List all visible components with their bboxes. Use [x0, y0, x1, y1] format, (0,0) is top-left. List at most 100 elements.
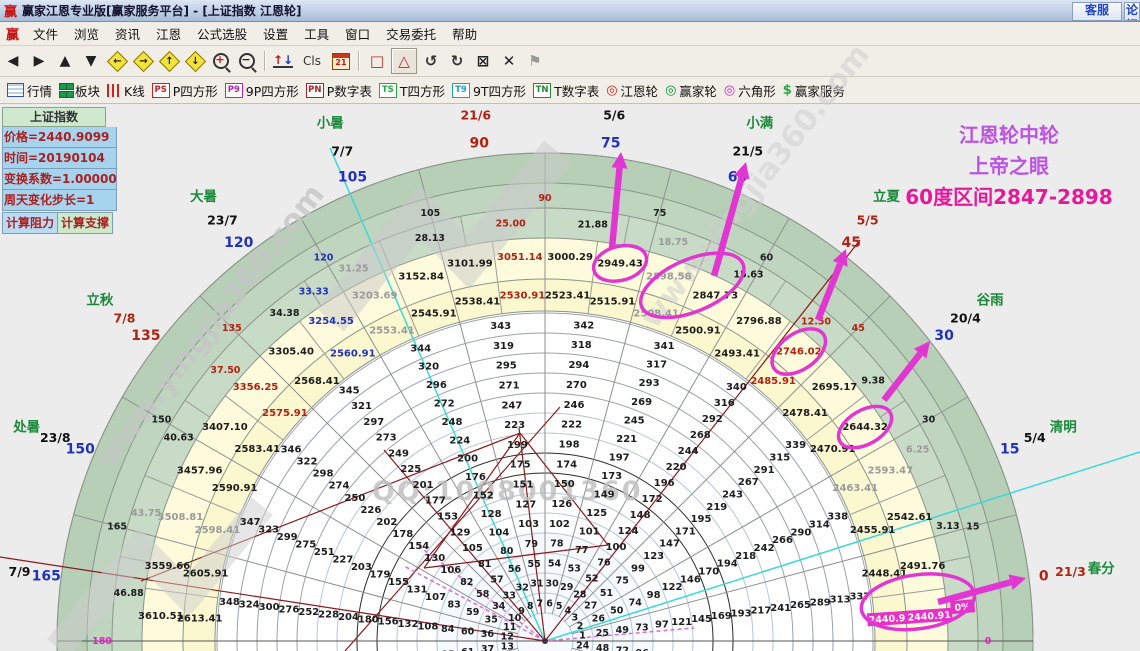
price-factor-label: 3305.40 [268, 347, 314, 358]
price-factor-label: 3356.25 [233, 382, 279, 393]
integer-label: 34 [492, 601, 506, 612]
integer-label: 7 [536, 598, 543, 609]
annotation-line-2: 上帝之眼 [969, 154, 1049, 178]
percent-label: 6.25 [906, 445, 929, 456]
degree-ring-label: 165 [107, 521, 127, 532]
integer-label: 246 [564, 400, 585, 411]
integer-label: 28 [573, 590, 587, 601]
integer-label: 323 [258, 524, 279, 535]
date-label: 7/9 [9, 564, 31, 579]
integer-label: 3 [572, 613, 579, 624]
integer-label: 82 [460, 577, 473, 588]
integer-label: 54 [548, 559, 562, 570]
price-degree-label: 2583.41 [235, 444, 281, 455]
integer-label: 51 [600, 588, 613, 599]
integer-label: 84 [441, 624, 455, 635]
integer-label: 49 [616, 625, 629, 636]
integer-label: 226 [360, 505, 381, 516]
integer-label: 272 [434, 399, 455, 410]
price-degree-label: 2590.91 [212, 483, 258, 494]
solar-term-label: 立秋 [86, 292, 113, 309]
integer-label: 338 [827, 512, 848, 523]
integer-label: 121 [671, 617, 692, 628]
integer-label: 274 [329, 481, 350, 492]
price-degree-label: 2500.91 [675, 326, 721, 337]
integer-label: 78 [550, 539, 564, 550]
solar-term-label: 大暑 [190, 188, 217, 205]
date-label: 21/6 [460, 108, 491, 123]
integer-label: 291 [754, 465, 775, 476]
integer-label: 108 [417, 622, 438, 633]
integer-label: 347 [240, 517, 261, 528]
integer-label: 197 [609, 452, 630, 463]
integer-label: 195 [691, 514, 712, 525]
price-degree-label: 2485.91 [750, 376, 796, 387]
integer-label: 145 [691, 614, 712, 625]
integer-label: 227 [332, 554, 353, 565]
integer-label: 56 [508, 564, 522, 575]
integer-label: 174 [556, 459, 577, 470]
panel-row-2: 变换系数=1.00000 [2, 169, 117, 190]
integer-label: 76 [597, 558, 611, 569]
integer-label: 176 [465, 472, 486, 483]
price-degree-label: 2478.41 [782, 408, 828, 419]
integer-label: 201 [413, 480, 434, 491]
integer-label: 61 [461, 647, 474, 651]
integer-label: 294 [568, 360, 589, 371]
percent-label: 15.63 [733, 270, 763, 281]
calc-support-button[interactable]: 计算支撑 [58, 212, 113, 234]
integer-label: 224 [449, 435, 470, 446]
integer-label: 126 [551, 499, 572, 510]
integer-label: 8 [527, 601, 534, 612]
price-degree-label: 2463.41 [833, 483, 879, 494]
integer-label: 339 [785, 440, 806, 451]
integer-label: 249 [388, 449, 409, 460]
integer-label: 313 [830, 595, 851, 606]
price-factor-label: 3203.69 [352, 291, 398, 302]
integer-label: 50 [610, 606, 624, 617]
integer-label: 178 [392, 529, 413, 540]
integer-label: 103 [518, 519, 539, 530]
integer-label: 172 [642, 494, 663, 505]
integer-label: 53 [568, 564, 581, 575]
solar-term-label: 清明 [1050, 418, 1077, 435]
percent-label: 25.00 [496, 218, 526, 229]
integer-label: 99 [631, 563, 645, 574]
integer-label: 228 [318, 609, 339, 620]
integer-label: 57 [490, 575, 503, 586]
wheel-center [542, 638, 548, 644]
price-factor-label: 3051.14 [497, 252, 543, 263]
degree-ring-label: 105 [420, 208, 440, 219]
price-degree-label: 2523.41 [545, 291, 591, 302]
integer-label: 251 [314, 547, 335, 558]
integer-label: 26 [592, 613, 606, 624]
price-factor-label: 2644.32 [842, 422, 888, 433]
integer-label: 123 [643, 551, 664, 562]
integer-label: 24 [576, 641, 590, 651]
price-degree-label: 2493.41 [714, 348, 760, 359]
integer-label: 203 [351, 562, 372, 573]
integer-label: 32 [516, 583, 529, 594]
integer-label: 217 [750, 606, 771, 617]
integer-label: 200 [457, 454, 478, 465]
integer-label: 292 [702, 414, 723, 425]
integer-label: 35 [485, 614, 498, 625]
integer-label: 129 [450, 527, 471, 538]
integer-label: 4 [565, 606, 572, 617]
app-window: { "window": { "logo": "赢", "title": "赢家江… [0, 0, 1140, 651]
gann-wheel-chart[interactable]: www.yingjia360.com www.yingjia360.comQQ:1… [0, 0, 1140, 651]
integer-label: 196 [654, 478, 675, 489]
integer-label: 241 [770, 603, 791, 614]
calc-resistance-button[interactable]: 计算阻力 [2, 212, 58, 234]
integer-label: 222 [561, 420, 582, 431]
solar-term-label: 谷雨 [977, 293, 1005, 309]
integer-label: 125 [586, 508, 607, 519]
integer-label: 298 [313, 469, 334, 480]
panel-row-3: 周天变化步长=1 [2, 190, 117, 211]
integer-label: 268 [690, 430, 711, 441]
outer-degree-label: 15 [1000, 442, 1019, 458]
price-factor-label: 3000.29 [547, 252, 593, 263]
wheel-annotation: 江恩轮中轮 上帝之眼 60度区间2847-2898 [878, 120, 1140, 213]
degree-ring-label: 60 [760, 252, 774, 263]
percent-label: 18.75 [658, 237, 688, 248]
